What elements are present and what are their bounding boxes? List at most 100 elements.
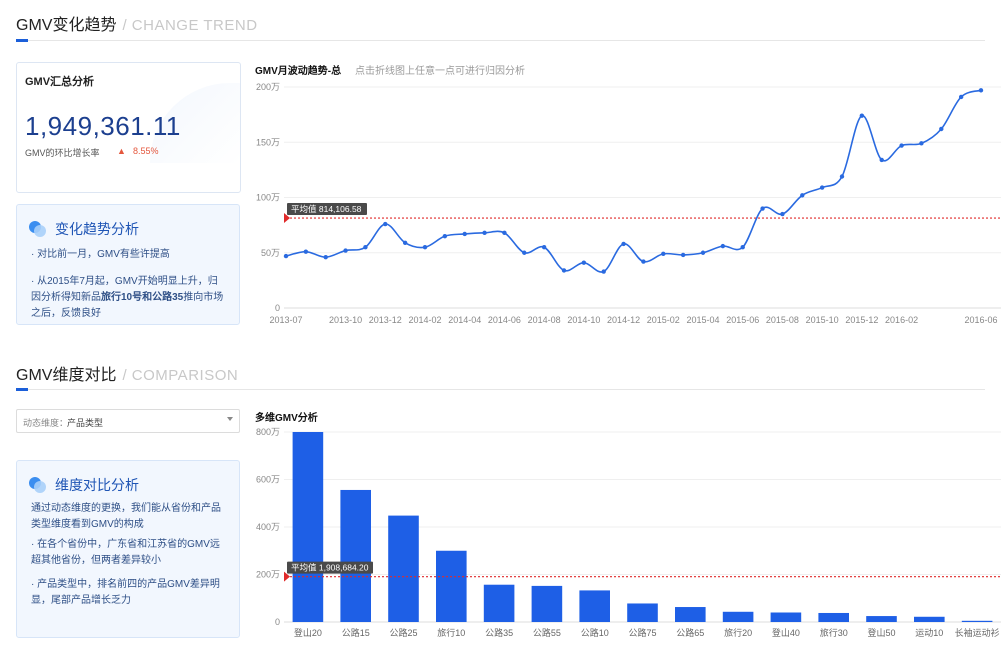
line-chart-point[interactable] xyxy=(442,233,448,239)
average-badge: 平均值 814,106.58 xyxy=(287,203,367,216)
line-chart-point[interactable] xyxy=(641,259,646,264)
bar-chart-bar[interactable] xyxy=(340,489,371,622)
line-chart-point[interactable] xyxy=(819,185,825,190)
bar-chart-bar[interactable] xyxy=(866,616,897,622)
average-badge-label: 平均值 814,106.58 xyxy=(291,204,362,214)
bar-chart-bar[interactable] xyxy=(770,612,802,623)
line-chart-xtick: 2014-04 xyxy=(448,315,481,325)
line-chart-point[interactable] xyxy=(522,250,527,255)
compare-section-title-text: GMV维度对比 xyxy=(16,367,117,384)
bar-chart-bar[interactable] xyxy=(722,611,754,622)
bar-chart-xtick: 公路65 xyxy=(676,627,704,638)
trend-section-accent xyxy=(16,39,28,42)
bar-chart-ytick: 400万 xyxy=(256,522,280,532)
line-chart-point[interactable] xyxy=(402,240,408,246)
trend-analysis-point-1: · 对比前一月，GMV有些许提高 xyxy=(31,249,170,260)
line-chart-point[interactable] xyxy=(720,243,726,249)
chevron-down-icon xyxy=(227,417,233,421)
trend-analysis-header: 变化趋势分析 xyxy=(29,219,139,239)
bubble-icon xyxy=(29,221,47,237)
bar-chart-xtick: 公路55 xyxy=(533,627,561,638)
line-chart-point[interactable] xyxy=(283,253,289,259)
line-chart-point[interactable] xyxy=(760,206,765,211)
line-chart-point[interactable] xyxy=(899,143,904,148)
line-chart-point[interactable] xyxy=(919,141,924,146)
trend-section-title: GMV变化趋势 / CHANGE TREND xyxy=(16,11,258,35)
line-chart-point[interactable] xyxy=(561,268,567,273)
line-chart-xtick: 2014-12 xyxy=(607,315,640,325)
bar-chart-bar[interactable] xyxy=(675,607,706,622)
growth-rate-value: 8.55% xyxy=(133,146,159,156)
line-chart-point[interactable] xyxy=(680,252,686,258)
bar-chart-bar[interactable] xyxy=(914,616,945,622)
line-chart-xtick: 2014-08 xyxy=(528,315,561,325)
line-chart-point[interactable] xyxy=(383,221,388,227)
line-chart-point[interactable] xyxy=(839,174,845,179)
bubble-icon xyxy=(29,477,47,493)
line-chart-point[interactable] xyxy=(363,245,368,250)
line-chart-point[interactable] xyxy=(581,260,587,265)
summary-card-title: GMV汇总分析 xyxy=(25,76,95,88)
line-chart-point[interactable] xyxy=(978,88,984,93)
bar-chart-bar[interactable] xyxy=(292,432,324,622)
line-chart-point[interactable] xyxy=(482,230,487,236)
line-chart-point[interactable] xyxy=(323,254,328,260)
trend-analysis-point-2: · 从2015年7月起，GMV开始明显上升，归因分析得知新品旅行10号和公路35… xyxy=(31,274,227,322)
line-chart-point[interactable] xyxy=(462,231,467,237)
line-chart-point[interactable] xyxy=(343,248,348,253)
bar-chart-bar[interactable] xyxy=(818,612,849,622)
bar-chart-bar[interactable] xyxy=(483,584,515,622)
bar-chart-xtick: 公路25 xyxy=(389,627,417,638)
line-chart-point[interactable] xyxy=(800,193,805,198)
line-chart-point[interactable] xyxy=(958,94,964,100)
bar-chart-bar[interactable] xyxy=(579,590,610,622)
bar-chart-bar[interactable] xyxy=(961,620,993,622)
bar-chart-xtick: 公路15 xyxy=(342,627,370,638)
gmv-line-chart[interactable]: 0 50万 100万 150万 200万 2013-07 2013-10 2013-12 201… xyxy=(240,72,1001,332)
dimension-select[interactable]: 动态维度： 产品类型 xyxy=(16,409,240,433)
line-chart-point[interactable] xyxy=(661,251,666,257)
line-chart-point[interactable] xyxy=(541,245,547,250)
line-chart-xtick: 2015-12 xyxy=(845,315,878,325)
bar-chart-bar[interactable] xyxy=(436,550,467,622)
trend-analysis-point-2-highlight: 旅行10号和公路35 xyxy=(101,292,184,303)
line-chart-point[interactable] xyxy=(700,250,706,255)
dimension-select-label: 动态维度： xyxy=(23,418,69,428)
bar-chart-ytick: 0 xyxy=(275,617,280,627)
line-chart-point[interactable] xyxy=(879,157,884,163)
line-chart-point[interactable] xyxy=(780,211,785,217)
line-chart-point[interactable] xyxy=(303,249,309,254)
growth-up-icon: ▲ xyxy=(117,146,126,156)
line-chart-ytick: 0 xyxy=(275,303,280,313)
line-chart-point[interactable] xyxy=(502,230,507,236)
trend-analysis-title: 变化趋势分析 xyxy=(55,221,139,237)
line-chart-xtick: 2015-08 xyxy=(766,315,799,325)
bar-chart-bar[interactable] xyxy=(388,515,419,622)
average-badge-label: 平均值 1,908,684.20 xyxy=(291,563,369,573)
bar-chart-bar[interactable] xyxy=(531,585,563,622)
compare-section-title: GMV维度对比 / COMPARISON xyxy=(16,361,238,385)
line-chart-point[interactable] xyxy=(859,113,865,118)
bar-chart-bar[interactable] xyxy=(627,603,658,622)
compare-analysis-intro: 通过动态维度的更换，我们能从省份和产品类型维度看到GMV的构成 xyxy=(31,503,221,530)
growth-rate-label: GMV的环比增长率 xyxy=(25,148,100,158)
trend-section-subtitle: / CHANGE TREND xyxy=(122,17,258,34)
line-chart-point[interactable] xyxy=(422,245,428,250)
bar-chart-xtick: 旅行10 xyxy=(437,627,465,638)
line-chart-xtick: 2016-06 xyxy=(964,315,997,325)
line-chart-point[interactable] xyxy=(601,269,606,274)
line-chart-point[interactable] xyxy=(621,241,626,247)
bar-chart-xtick: 登山20 xyxy=(294,628,322,638)
trend-section-subtitle-text: CHANGE TREND xyxy=(131,17,258,34)
compare-analysis-title: 维度对比分析 xyxy=(55,477,139,493)
gmv-bar-chart[interactable]: 0 200万 400万 600万 800万登山20 公路15 公路25 旅行10 公路35 公路5… xyxy=(240,420,1001,651)
bar-chart-xtick: 旅行30 xyxy=(820,627,848,638)
line-chart-point[interactable] xyxy=(740,245,745,250)
line-chart-xtick: 2014-02 xyxy=(408,315,441,325)
bar-chart-xtick: 公路75 xyxy=(628,627,656,638)
line-chart-point[interactable] xyxy=(939,126,944,132)
gmv-total-value: 1,949,361.11 xyxy=(25,111,181,141)
line-chart-xtick: 2016-02 xyxy=(885,315,918,325)
bar-chart-xtick: 公路10 xyxy=(581,627,609,638)
compare-analysis-box: 维度对比分析 通过动态维度的更换，我们能从省份和产品类型维度看到GMV的构成 ·… xyxy=(16,460,240,638)
